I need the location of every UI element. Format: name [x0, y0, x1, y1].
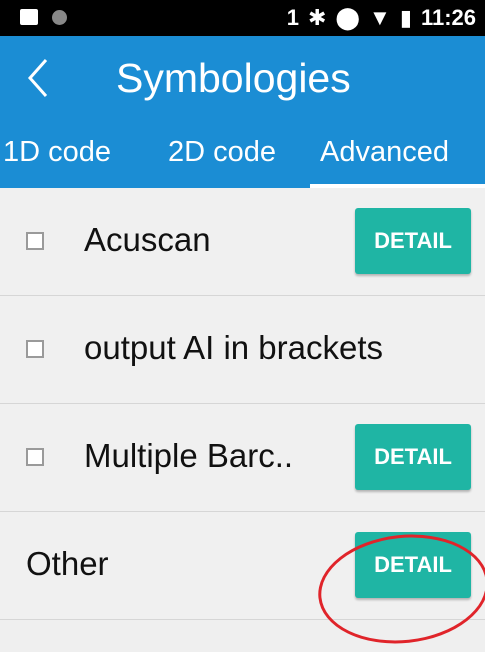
acuscan-detail-button[interactable]: DETAIL — [355, 208, 471, 274]
tab-1d-code[interactable]: 1D code — [3, 134, 111, 170]
tab-bar: 1D code 2D code Advanced — [0, 122, 485, 188]
back-arrow-icon[interactable] — [20, 50, 56, 106]
battery-icon: ▮ — [399, 5, 412, 30]
tab-advanced[interactable]: Advanced — [320, 134, 449, 170]
status-dot-icon — [52, 9, 67, 25]
wifi-icon: ▼ — [369, 5, 391, 30]
status-time: 11:26 — [420, 5, 476, 30]
sim-indicator: 1 — [286, 5, 299, 30]
other-label: Other — [26, 545, 109, 582]
multiple-barcode-checkbox[interactable] — [26, 448, 44, 466]
acuscan-checkbox[interactable] — [26, 232, 44, 250]
output-ai-checkbox[interactable] — [26, 340, 44, 358]
list-item-multiple-barcode: Multiple Barc.. DETAIL — [0, 404, 485, 512]
app-bar: Symbologies — [0, 36, 485, 122]
status-bar: 1 ✱ ⬤ ▼ ▮ 11:26 — [0, 0, 485, 36]
notification-icon — [20, 9, 38, 25]
tab-2d-code[interactable]: 2D code — [168, 134, 276, 170]
list-item-output-ai: output AI in brackets — [0, 296, 485, 404]
dnd-icon: ⬤ — [335, 5, 361, 30]
output-ai-label: output AI in brackets — [84, 329, 384, 366]
list-item-acuscan: Acuscan DETAIL — [0, 188, 485, 296]
multiple-barcode-detail-button[interactable]: DETAIL — [355, 424, 471, 490]
page-title: Symbologies — [116, 55, 351, 101]
multiple-barcode-label: Multiple Barc.. — [84, 437, 294, 474]
acuscan-label: Acuscan — [84, 221, 211, 258]
bluetooth-icon: ✱ — [307, 5, 327, 30]
